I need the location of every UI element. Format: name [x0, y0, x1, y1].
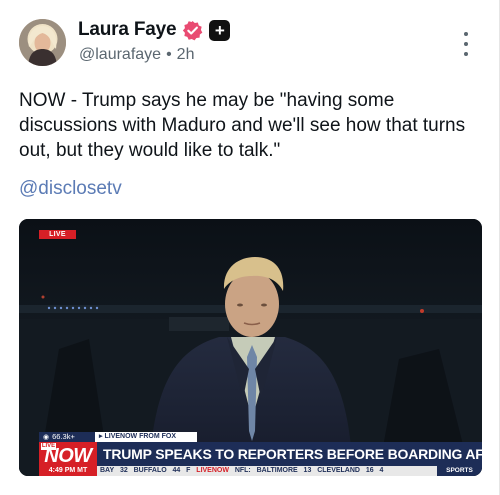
source-text: LIVENOW FROM FOX — [104, 433, 177, 440]
handle-row: @laurafaye • 2h — [79, 46, 194, 64]
more-dot — [464, 52, 468, 56]
viewer-count-text: 66.3k+ — [52, 432, 75, 441]
name-row: Laura Faye + — [78, 19, 231, 41]
now-live-text: LIVE — [41, 443, 56, 450]
more-options-icon[interactable] — [459, 32, 473, 56]
eye-icon: ◉ — [43, 434, 50, 441]
ticker-item: 44 — [172, 467, 181, 474]
ticker-item: BAY — [100, 467, 115, 474]
ticker-item: 16 — [365, 467, 374, 474]
score-ticker: BAY 32 BUFFALO 44 F LIVENOW NFL: BALTIMO… — [97, 466, 437, 476]
ticker-item: 4 — [379, 467, 384, 474]
avatar[interactable] — [19, 19, 66, 66]
ticker-item: BUFFALO — [133, 467, 167, 474]
plus-badge: + — [209, 19, 231, 41]
ticker-brand: LIVENOW — [196, 467, 229, 474]
verified-badge-icon — [183, 20, 203, 40]
live-tag: LIVE — [39, 230, 76, 239]
ticker-item: CLEVELAND — [317, 467, 360, 474]
timestamp[interactable]: 2h — [177, 46, 195, 63]
separator-dot: • — [166, 46, 172, 63]
avatar-image — [19, 19, 66, 66]
news-chyron: ◉ 66.3k+ ▸ LIVENOW FROM FOX NOW LIVE TRUM… — [39, 431, 482, 476]
post-card[interactable]: Laura Faye + @laurafaye • 2h NOW - Trump s… — [0, 0, 500, 495]
ticker-item: 13 — [303, 467, 312, 474]
ticker-item: 32 — [119, 467, 128, 474]
mention-link[interactable]: @disclosetv — [19, 178, 122, 200]
viewer-count: ◉ 66.3k+ — [39, 432, 95, 442]
display-name[interactable]: Laura Faye — [78, 19, 177, 41]
more-dot — [464, 32, 468, 36]
chyron-headline: TRUMP SPEAKS TO REPORTERS BEFORE BOARDIN… — [97, 442, 482, 466]
sports-tag: SPORTS — [437, 466, 482, 476]
more-dot — [464, 42, 468, 46]
chyron-time: 4:49 PM MT — [39, 466, 97, 476]
post-text: NOW - Trump says he may be "having some … — [19, 90, 466, 161]
handle[interactable]: @laurafaye — [79, 46, 161, 63]
livenow-logo: NOW LIVE — [39, 442, 97, 466]
ticker-item: NFL: — [234, 467, 251, 474]
ticker-item: BALTIMORE — [256, 467, 298, 474]
ticker-item: F — [186, 467, 191, 474]
source-tag: ▸ LIVENOW FROM FOX — [95, 432, 197, 442]
video-player[interactable]: LIVE ◉ 66.3k+ ▸ LIVENOW FROM FOX NOW LIVE… — [19, 219, 482, 476]
